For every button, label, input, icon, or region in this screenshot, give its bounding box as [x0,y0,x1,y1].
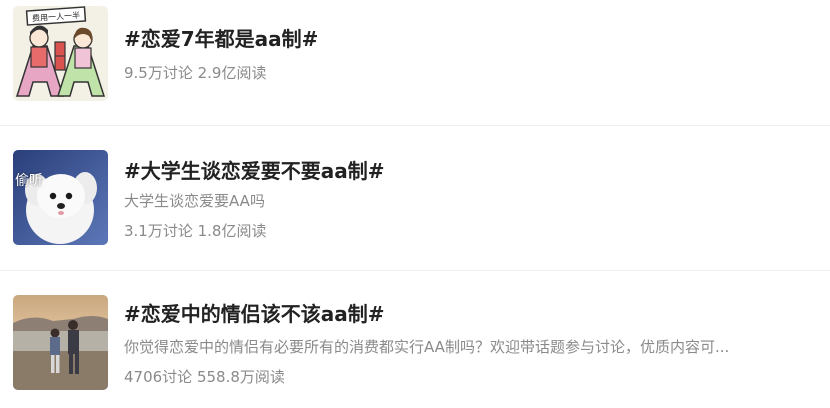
topic-item[interactable]: 费用一人一半 #恋爱7年都是aa制# 9.5万讨论 2.9亿阅读 [0,0,830,118]
divider [0,270,830,271]
thumbnail-badge: 偷听 [15,173,43,189]
topic-item[interactable]: #恋爱中的情侣该不该aa制# 你觉得恋爱中的情侣有必要所有的消费都实行AA制吗？… [0,290,830,408]
topic-description: 你觉得恋爱中的情侣有必要所有的消费都实行AA制吗？欢迎带话题参与讨论，优质内容可… [124,338,730,356]
topic-stats: 4706讨论 558.8万阅读 [124,368,285,386]
topic-description: 大学生谈恋爱要AA吗 [124,192,265,210]
topic-list: 费用一人一半 #恋爱7年都是aa制# 9.5万讨论 2.9亿阅读 偷听 #大学生… [0,0,830,404]
topic-title[interactable]: #恋爱中的情侣该不该aa制# [124,298,385,327]
topic-title[interactable]: #恋爱7年都是aa制# [124,23,318,52]
topic-title[interactable]: #大学生谈恋爱要不要aa制# [124,155,385,184]
topic-item[interactable]: 偷听 #大学生谈恋爱要不要aa制# 大学生谈恋爱要AA吗 3.1万讨论 1.8亿… [0,145,830,263]
topic-stats: 3.1万讨论 1.8亿阅读 [124,222,267,240]
topic-stats: 9.5万讨论 2.9亿阅读 [124,64,267,82]
couple-cartoon-thumbnail[interactable]: 费用一人一半 [13,6,108,101]
puppy-thumbnail[interactable]: 偷听 [13,150,108,245]
beach-couple-thumbnail[interactable] [13,295,108,390]
divider [0,125,830,126]
